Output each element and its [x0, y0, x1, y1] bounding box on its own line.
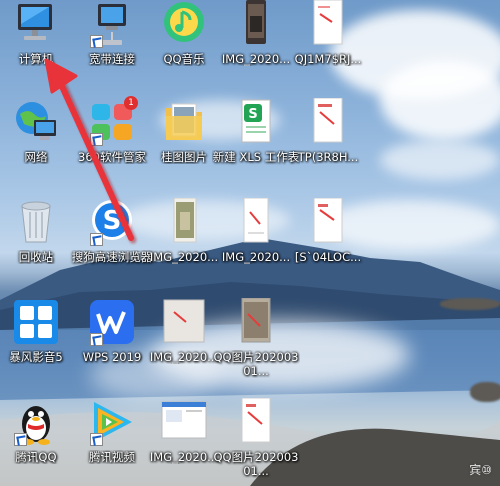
watermark-text: 宾⑩ [469, 463, 492, 477]
shortcut-arrow-icon [90, 333, 103, 346]
image-file-icon [304, 98, 352, 146]
folder-icon [160, 98, 208, 146]
computer-icon [12, 0, 60, 48]
qq-music-icon [160, 0, 208, 48]
desktop-icon-qq-image-1[interactable]: QQ图片20200301... [212, 298, 300, 378]
icon-label: QJ1M7$RJ... [294, 52, 362, 66]
image-file-icon [304, 198, 352, 246]
image-file-icon [304, 0, 352, 48]
shortcut-arrow-icon [90, 433, 103, 446]
shortcut-arrow-icon [90, 233, 103, 246]
image-file-icon [232, 0, 280, 48]
svg-text:S: S [103, 206, 122, 236]
image-file-icon [232, 198, 280, 246]
image-file-icon [160, 398, 208, 446]
desktop-icon-img-6[interactable]: [S`04LOC... [284, 198, 372, 264]
network-icon [12, 98, 60, 146]
sogou-browser-icon: S [88, 198, 136, 246]
desktop-icon-img-2[interactable]: QJ1M7$RJ... [284, 0, 372, 66]
broadband-icon [88, 0, 136, 48]
tencent-video-icon [88, 398, 136, 446]
excel-file-icon: S [232, 98, 280, 146]
shortcut-arrow-icon [90, 133, 103, 146]
image-file-icon [160, 298, 208, 346]
desktop-icon-img-3[interactable]: TP(3R8H... [284, 98, 372, 164]
image-file-icon [160, 198, 208, 246]
baofeng-player-icon [12, 298, 60, 346]
qq-penguin-icon [12, 398, 60, 446]
svg-text:S: S [248, 107, 257, 122]
image-file-icon [232, 398, 280, 446]
icon-label: TP(3R8H... [297, 150, 359, 164]
software-manager-icon: 1 [88, 96, 138, 146]
icon-label: [S`04LOC... [294, 250, 362, 264]
image-file-icon [232, 298, 280, 346]
icon-label: QQ图片20200301... [213, 450, 299, 478]
notification-badge: 1 [124, 96, 138, 110]
wps-icon [88, 298, 136, 346]
desktop-icon-qq-image-2[interactable]: QQ图片20200301... [212, 398, 300, 478]
recycle-bin-icon [12, 198, 60, 246]
icon-label: QQ图片20200301... [213, 350, 299, 378]
shortcut-arrow-icon [90, 35, 103, 48]
shortcut-arrow-icon [14, 433, 27, 446]
